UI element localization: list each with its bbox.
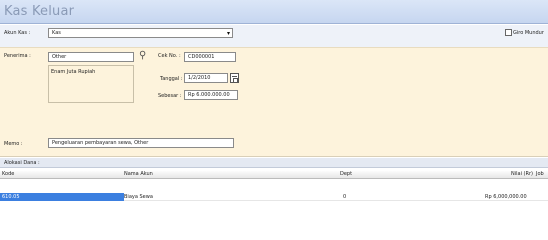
check-no-label: Cek No. : xyxy=(158,53,181,59)
payee-field[interactable]: Other xyxy=(48,52,134,62)
allocation-title: Alokasi Dana : xyxy=(4,160,40,166)
post-dated-label: Giro Mundur xyxy=(513,30,544,36)
date-value: 1/2/2010 xyxy=(188,75,211,81)
account-select[interactable]: Kas ▾ xyxy=(48,28,233,38)
column-dept[interactable]: Dept xyxy=(340,171,352,177)
check-no-value: CD000001 xyxy=(188,54,215,60)
column-value[interactable]: Nilai (Rr) xyxy=(511,171,533,177)
account-row: Akun Kas : Kas ▾ Giro Mundur xyxy=(0,25,548,47)
payee-value: Other xyxy=(52,54,67,60)
window-title: Kas Keluar xyxy=(4,4,75,19)
check-no-field[interactable]: CD000001 xyxy=(184,52,236,62)
amount-in-words: Enam Juta Rupiah xyxy=(48,65,134,103)
column-account-name[interactable]: Nama Akun xyxy=(124,171,153,177)
column-code[interactable]: Kode xyxy=(2,171,14,177)
window-titlebar: Kas Keluar xyxy=(0,0,548,24)
allocation-grid-header: Kode Nama Akun Dept Nilai (Rr) Job xyxy=(0,170,548,179)
payee-label: Penerima : xyxy=(4,53,31,59)
total-value: Rp 6.000.000.00 xyxy=(188,92,230,98)
cell-code[interactable]: 610.05 xyxy=(0,193,124,201)
memo-label: Memo : xyxy=(4,141,23,147)
account-select-value: Kas xyxy=(52,30,61,36)
amount-words-text: Enam Juta Rupiah xyxy=(51,69,96,75)
person-icon[interactable]: ⚲ xyxy=(139,51,146,61)
date-label: Tanggal : xyxy=(160,76,183,82)
account-label: Akun Kas : xyxy=(4,30,31,36)
total-field[interactable]: Rp 6.000.000.00 xyxy=(184,90,238,100)
chevron-down-icon[interactable]: ▾ xyxy=(227,30,230,37)
date-field[interactable]: 1/2/2010 xyxy=(184,73,228,83)
allocation-header: Alokasi Dana : xyxy=(0,158,548,168)
total-label: Sebesar : xyxy=(158,93,182,99)
table-row[interactable]: 610.05 Biaya Sewa 0 Rp 6,000,000.00 xyxy=(0,193,548,201)
calendar-icon[interactable] xyxy=(230,73,239,83)
memo-value: Pengeluaran pembayaran sewa, Other xyxy=(52,140,149,146)
memo-field[interactable]: Pengeluaran pembayaran sewa, Other xyxy=(48,138,234,148)
cell-value[interactable]: Rp 6,000,000.00 xyxy=(485,193,527,201)
cell-dept[interactable]: 0 xyxy=(343,193,346,201)
transaction-form: Penerima : Other ⚲ Enam Juta Rupiah Cek … xyxy=(0,47,548,157)
cell-account-name[interactable]: Biaya Sewa xyxy=(124,193,153,201)
column-job[interactable]: Job xyxy=(536,171,544,177)
post-dated-checkbox[interactable] xyxy=(505,29,512,36)
